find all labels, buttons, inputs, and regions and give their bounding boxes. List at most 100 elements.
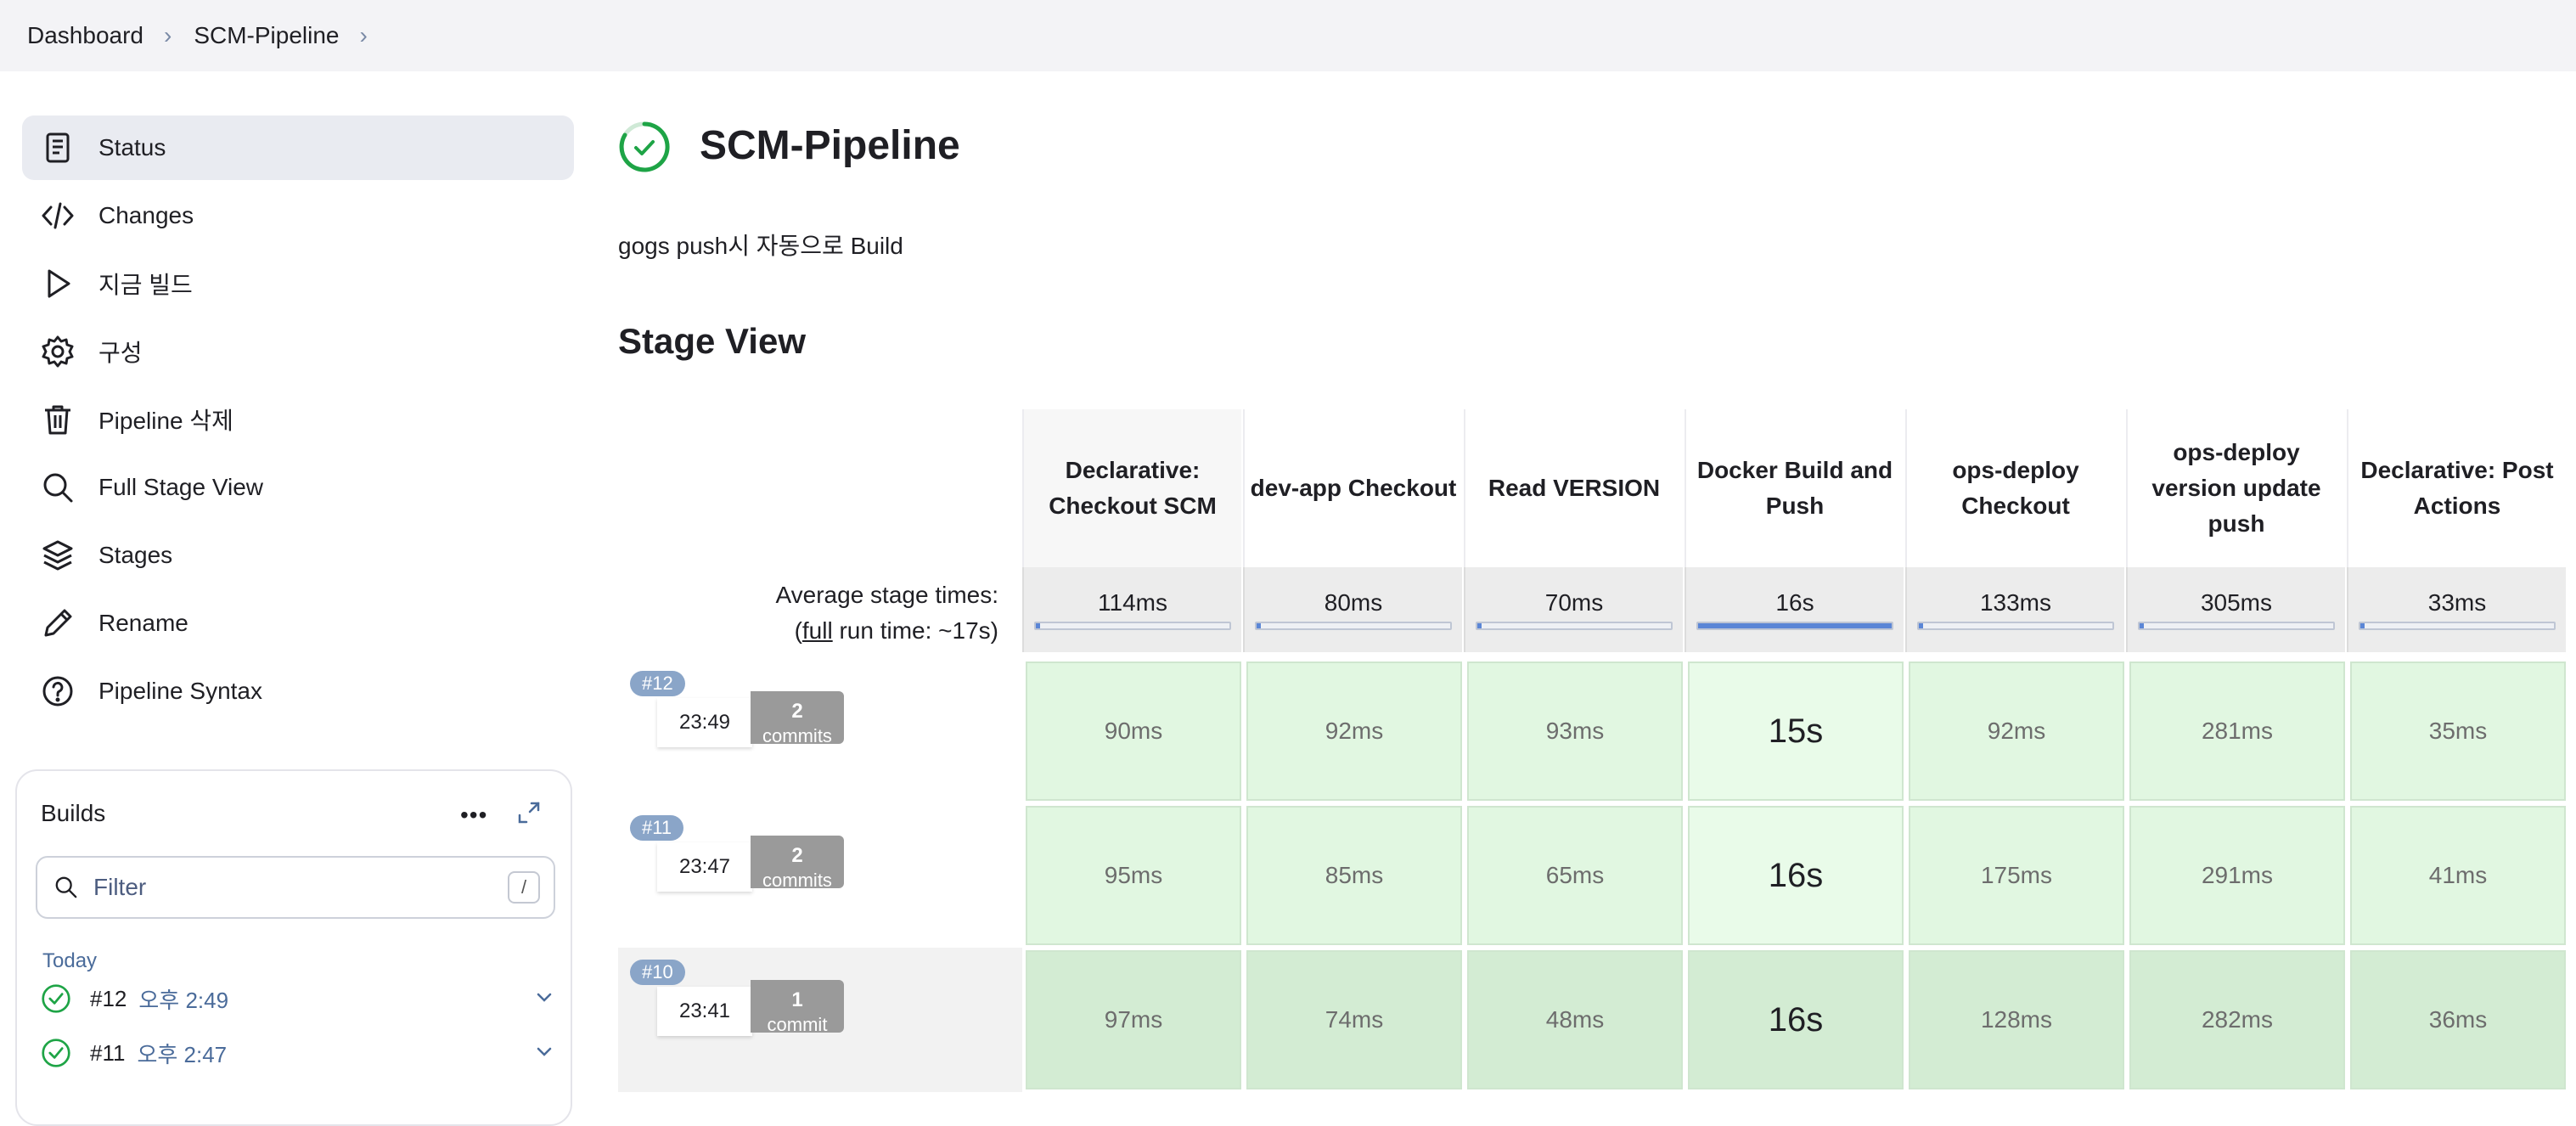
build-time: 오후 2:47 (137, 1041, 228, 1067)
commit-label: commit (767, 1014, 828, 1033)
sidebar-item-label: Pipeline Syntax (98, 678, 263, 704)
sidebar-item-build-now[interactable]: 지금 빌드 (22, 251, 574, 316)
run-row: #12 23:49 2 commits (618, 659, 1022, 803)
success-status-icon (619, 121, 670, 172)
stage-cell[interactable]: 16s (1688, 950, 1904, 1089)
stage-average: 16s (1685, 567, 1904, 652)
stage-cell[interactable]: 35ms (2350, 662, 2566, 801)
stage-average-time: 305ms (2200, 589, 2273, 616)
sidebar-item-full-stage-view[interactable]: Full Stage View (22, 455, 574, 520)
stage-average: 33ms (2347, 567, 2566, 652)
more-icon[interactable]: ••• (460, 802, 487, 829)
stage-header: Declarative: Post Actions (2347, 409, 2566, 567)
stage-cell[interactable]: 15s (1688, 662, 1904, 801)
stage-cell[interactable]: 282ms (2129, 950, 2345, 1089)
stage-average-bar-fill (1919, 623, 1923, 628)
search-icon (43, 473, 73, 503)
sidebar-item-delete-pipeline[interactable]: Pipeline 삭제 (22, 387, 574, 452)
page-title: SCM-Pipeline (700, 123, 960, 168)
sidebar-item-label: Stages (98, 542, 173, 568)
run-time: 23:47 (657, 842, 752, 892)
stage-cell[interactable]: 36ms (2350, 950, 2566, 1089)
stage-cell[interactable]: 281ms (2129, 662, 2345, 801)
search-icon (55, 876, 77, 898)
commit-count: 1 (791, 988, 803, 1011)
stage-average-bar (1696, 622, 1893, 630)
sidebar-item-stages[interactable]: Stages (22, 523, 574, 588)
stage-header: ops-deploy Checkout (1905, 409, 2124, 567)
sidebar-item-label: 구성 (98, 340, 143, 366)
run-row: #11 23:47 2 commits (618, 803, 1022, 948)
stage-average-time: 70ms (1544, 589, 1604, 616)
stage-average-bar (2138, 622, 2335, 630)
sidebar-item-label: Full Stage View (98, 474, 264, 500)
stage-cell[interactable]: 16s (1688, 806, 1904, 945)
stage-cell[interactable]: 128ms (1909, 950, 2124, 1089)
stage-cell[interactable]: 93ms (1467, 662, 1683, 801)
build-time: 오후 2:49 (138, 987, 229, 1013)
layers-icon (42, 540, 73, 571)
builds-filter[interactable]: / (36, 856, 555, 919)
build-item[interactable]: #11 오후 2:47 (41, 1034, 567, 1072)
build-number: #11 (90, 1039, 126, 1066)
breadcrumb-chevron-icon[interactable]: › (359, 22, 367, 49)
stage-cell[interactable]: 97ms (1026, 950, 1241, 1089)
stage-average: 133ms (1905, 567, 2124, 652)
run-id-badge[interactable]: #10 (630, 960, 685, 985)
success-icon (42, 1039, 70, 1067)
stage-average-bar-fill (1477, 623, 1482, 628)
commits-badge[interactable]: 1 commit (751, 980, 844, 1033)
breadcrumb-scm-pipeline[interactable]: SCM-Pipeline (194, 22, 339, 49)
expand-icon[interactable] (516, 800, 542, 825)
stage-average-bar-fill (2140, 623, 2144, 628)
stage-average-time: 33ms (2427, 589, 2487, 616)
stage-cell[interactable]: 41ms (2350, 806, 2566, 945)
stage-cell[interactable]: 90ms (1026, 662, 1241, 801)
full-run-link[interactable]: full (802, 617, 833, 644)
commits-badge[interactable]: 2 commits (751, 691, 844, 744)
stage-cell[interactable]: 291ms (2129, 806, 2345, 945)
avg-label: Average stage times: (775, 582, 998, 608)
stage-cell[interactable]: 48ms (1467, 950, 1683, 1089)
success-icon (42, 984, 70, 1013)
sidebar-item-changes[interactable]: Changes (22, 183, 574, 248)
run-id-badge[interactable]: #11 (630, 815, 684, 841)
commits-badge[interactable]: 2 commits (751, 836, 844, 888)
breadcrumb-dashboard[interactable]: Dashboard (27, 22, 143, 49)
average-stage-times: Average stage times: (full run time: ~17… (645, 577, 998, 649)
filter-shortcut-key: / (508, 871, 540, 904)
breadcrumb-chevron-icon: › (163, 22, 172, 48)
stage-average-bar (2359, 622, 2556, 630)
run-id-badge[interactable]: #12 (630, 671, 685, 696)
chevron-down-icon[interactable] (533, 987, 555, 1009)
stage-cell[interactable]: 92ms (1246, 662, 1462, 801)
stage-cell[interactable]: 65ms (1467, 806, 1683, 945)
stage-average: 70ms (1464, 567, 1683, 652)
chevron-down-icon[interactable] (533, 1041, 555, 1063)
sidebar-item-label: Changes (98, 202, 194, 228)
stage-average-bar (1034, 622, 1231, 630)
stage-cell[interactable]: 85ms (1246, 806, 1462, 945)
stage-cell[interactable]: 92ms (1909, 662, 2124, 801)
sidebar-item-rename[interactable]: Rename (22, 591, 574, 656)
sidebar-item-pipeline-syntax[interactable]: Pipeline Syntax (22, 659, 574, 723)
sidebar-item-configure[interactable]: 구성 (22, 319, 574, 384)
stage-average-bar-fill (1036, 623, 1040, 628)
stage-cell[interactable]: 95ms (1026, 806, 1241, 945)
build-item[interactable]: #12 오후 2:49 (41, 980, 567, 1017)
trash-icon (45, 405, 70, 435)
sidebar-item-status[interactable]: Status (22, 115, 574, 180)
filter-input[interactable] (92, 873, 486, 902)
run-time: 23:49 (657, 698, 752, 747)
stage-average-time: 16s (1775, 589, 1814, 616)
sidebar-item-label: Rename (98, 610, 188, 636)
commit-count: 2 (791, 844, 803, 867)
stage-header: Read VERSION (1464, 409, 1683, 567)
commit-count: 2 (791, 700, 803, 723)
sidebar-item-label: Pipeline 삭제 (98, 408, 233, 434)
full-run-time: run time: ~17s) (832, 617, 998, 644)
stage-average-time: 80ms (1324, 589, 1383, 616)
stage-cell[interactable]: 74ms (1246, 950, 1462, 1089)
stage-average-bar-fill (1698, 623, 1892, 628)
stage-cell[interactable]: 175ms (1909, 806, 2124, 945)
